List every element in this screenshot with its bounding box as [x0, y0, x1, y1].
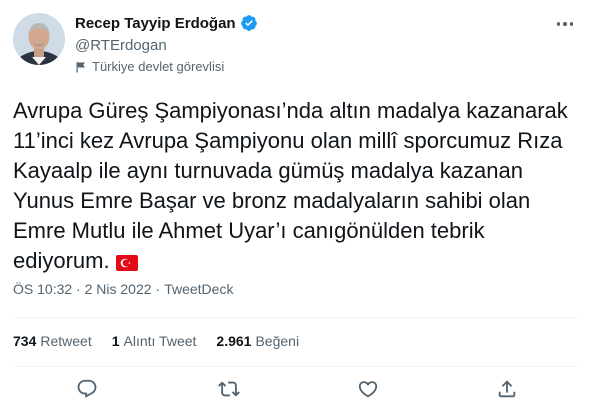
- likes-stat[interactable]: 2.961 Beğeni: [216, 333, 299, 349]
- verified-badge-icon: [240, 14, 258, 32]
- turkey-flag-emoji: [115, 255, 138, 271]
- account-label: Türkiye devlet görevlisi: [75, 59, 224, 74]
- reply-icon[interactable]: [76, 378, 98, 400]
- likes-label: Beğeni: [255, 333, 300, 349]
- profile-avatar[interactable]: [13, 13, 65, 65]
- display-name[interactable]: Recep Tayyip Erdoğan: [75, 15, 236, 32]
- account-label-text: Türkiye devlet görevlisi: [92, 59, 225, 74]
- user-handle[interactable]: @RTErdogan: [75, 37, 167, 54]
- retweet-icon[interactable]: [218, 378, 240, 400]
- likes-count: 2.961: [216, 333, 252, 349]
- divider: [13, 317, 578, 318]
- tweet-text: Avrupa Güreş Şampiyonası’nda altın madal…: [13, 96, 573, 276]
- share-icon[interactable]: [496, 378, 518, 400]
- like-icon[interactable]: [357, 378, 379, 400]
- retweets-stat[interactable]: 734 Retweet: [13, 333, 92, 349]
- tweet-source[interactable]: TweetDeck: [164, 281, 233, 297]
- retweets-label: Retweet: [40, 333, 92, 349]
- retweets-count: 734: [13, 333, 37, 349]
- tweet-body: Avrupa Güreş Şampiyonası’nda altın madal…: [13, 98, 568, 273]
- quotes-label: Alıntı Tweet: [123, 333, 197, 349]
- quotes-stat[interactable]: 1 Alıntı Tweet: [112, 333, 197, 349]
- quotes-count: 1: [111, 333, 120, 349]
- action-bar: [0, 374, 591, 404]
- divider: [13, 366, 578, 367]
- flag-icon: [75, 61, 87, 73]
- tweet-stats: 734 Retweet 1 Alıntı Tweet 2.961 Beğeni: [13, 333, 299, 349]
- tweet-timestamp[interactable]: ÖS 10:32 · 2 Nis 2022: [13, 281, 152, 297]
- tweet-meta: ÖS 10:32 · 2 Nis 2022 · TweetDeck: [13, 281, 233, 297]
- more-options-icon[interactable]: [553, 14, 577, 34]
- meta-separator: ·: [155, 281, 161, 297]
